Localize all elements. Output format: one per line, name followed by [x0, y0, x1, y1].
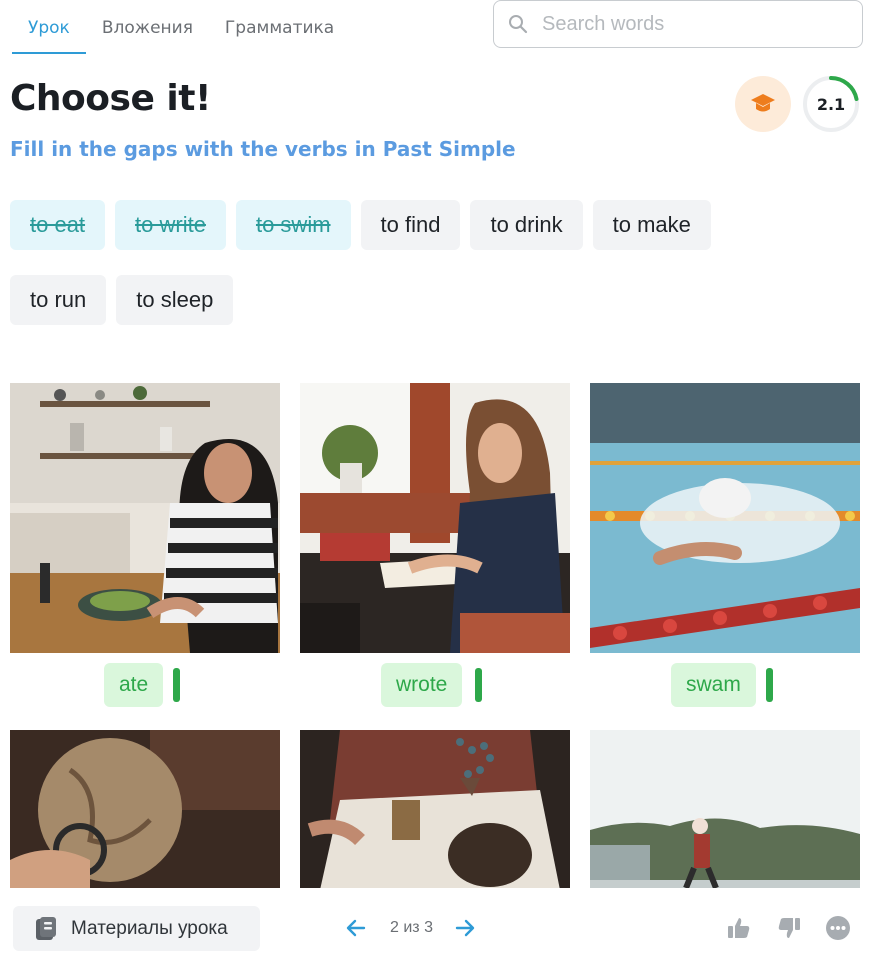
- tab-grammar-label: Грамматика: [224, 18, 335, 38]
- exercise-number: 2.1: [816, 94, 846, 114]
- arrow-left-icon[interactable]: [344, 916, 368, 940]
- correct-indicator: [766, 668, 773, 702]
- exercise-progress: 2.1: [802, 75, 860, 133]
- word-chip[interactable]: to find: [360, 200, 461, 250]
- teacher-hat-button[interactable]: [735, 76, 791, 132]
- correct-indicator: [173, 668, 180, 702]
- tab-attachments[interactable]: Вложения: [86, 0, 209, 56]
- photo-woman-writing: [300, 383, 570, 653]
- tab-lesson-label: Урок: [28, 18, 70, 38]
- lesson-materials-button[interactable]: Материалы урока: [13, 906, 260, 951]
- answer-box[interactable]: ate: [104, 663, 164, 707]
- word-chip[interactable]: to write: [115, 200, 226, 250]
- exercise-title: Choose it!: [10, 78, 211, 119]
- thumbs-down-icon[interactable]: [776, 915, 802, 941]
- photo-woman-eating: [10, 383, 280, 653]
- word-chip[interactable]: to swim: [235, 200, 351, 250]
- graduation-cap-icon: [751, 94, 775, 112]
- word-chip[interactable]: to run: [10, 275, 107, 325]
- answer-box[interactable]: swam: [671, 663, 756, 707]
- page-indicator: 2 из 3: [390, 919, 433, 936]
- word-chip[interactable]: to make: [592, 200, 711, 250]
- tab-lesson[interactable]: Урок: [12, 0, 86, 56]
- arrow-right-icon[interactable]: [453, 916, 477, 940]
- lesson-tabs: Урок Вложения Грамматика: [12, 0, 350, 56]
- correct-indicator: [475, 668, 482, 702]
- search-icon: [509, 15, 528, 34]
- tab-attachments-label: Вложения: [101, 18, 193, 38]
- word-bank: to eat to write to swim to find to drink…: [10, 200, 770, 325]
- photo-swimmer: [590, 383, 860, 653]
- tab-grammar[interactable]: Грамматика: [209, 0, 350, 56]
- word-chip[interactable]: to drink: [470, 200, 583, 250]
- word-chip[interactable]: to eat: [10, 200, 106, 250]
- document-icon: [36, 916, 56, 940]
- search-box[interactable]: [493, 0, 863, 48]
- lesson-footer: Материалы урока 2 из 3: [0, 888, 873, 964]
- pagination: 2 из 3: [344, 914, 477, 942]
- more-options-icon[interactable]: [825, 915, 851, 941]
- lesson-materials-label: Материалы урока: [71, 917, 228, 939]
- word-chip[interactable]: to sleep: [116, 275, 234, 325]
- thumbs-up-icon[interactable]: [726, 915, 752, 941]
- exercise-instructions: Fill in the gaps with the verbs in Past …: [10, 137, 516, 161]
- search-input[interactable]: [542, 12, 842, 36]
- answer-box[interactable]: wrote: [381, 663, 463, 707]
